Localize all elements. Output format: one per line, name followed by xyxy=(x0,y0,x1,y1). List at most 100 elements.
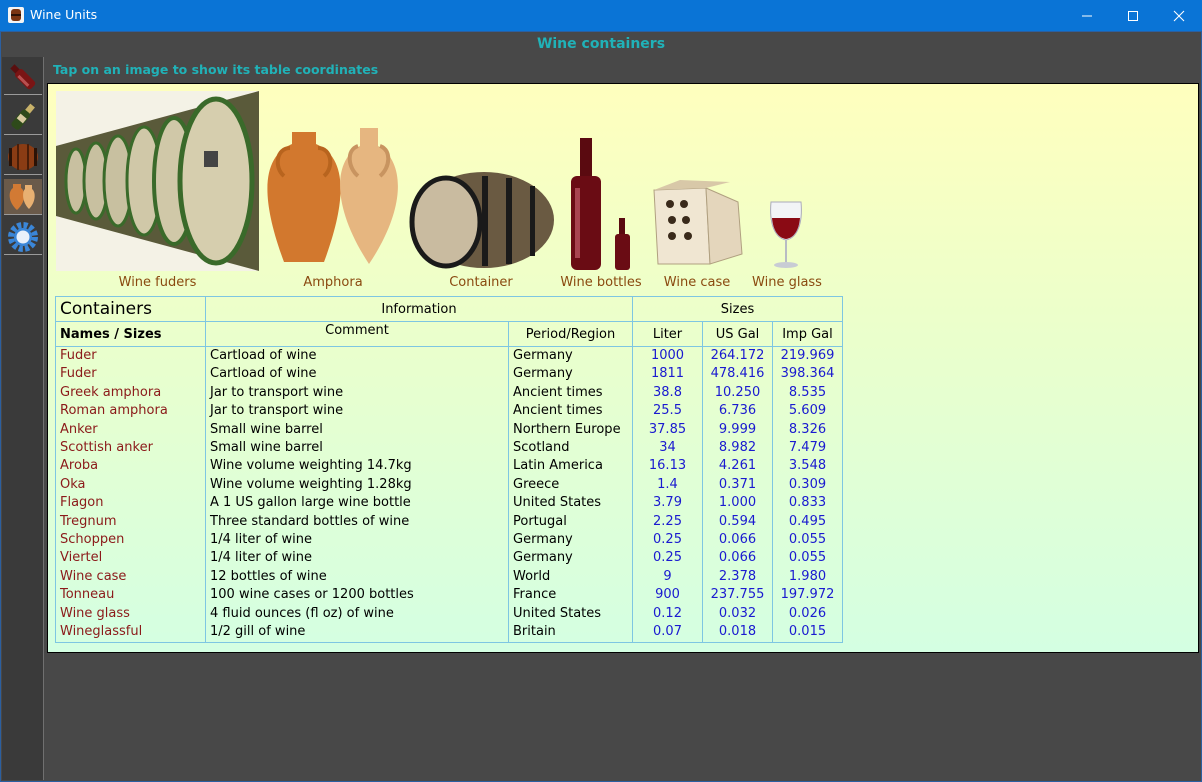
row-imp-gal: 8.326 xyxy=(772,420,843,440)
row-period: Ancient times xyxy=(508,402,633,421)
table-row[interactable]: Wine glass 4 fluid ounces (fl oz) of wine… xyxy=(55,604,843,624)
app-icon xyxy=(8,7,24,23)
row-imp-gal: 7.479 xyxy=(772,439,843,458)
row-imp-gal: 0.015 xyxy=(772,623,843,643)
row-period: Germany xyxy=(508,365,633,384)
sidebar-item-wine-bottle-green[interactable] xyxy=(4,99,42,135)
table-row[interactable]: Greek amphora Jar to transport wine Ancien… xyxy=(55,383,843,403)
sidebar xyxy=(2,57,44,780)
wine-bottle-green-icon xyxy=(11,103,35,130)
row-comment: Jar to transport wine xyxy=(205,402,509,421)
row-period: Northern Europe xyxy=(508,420,633,440)
row-comment: 1/4 liter of wine xyxy=(205,549,509,568)
table-row[interactable]: Schoppen 1/4 liter of wine Germany 0.25 0.06… xyxy=(55,531,843,550)
row-liter: 900 xyxy=(632,586,703,605)
row-liter: 1811 xyxy=(632,365,703,384)
row-name: Tonneau xyxy=(55,586,206,605)
caption-wine-glass: Wine glass xyxy=(752,275,822,290)
minimize-button[interactable] xyxy=(1064,0,1110,31)
header-names-sizes: Names / Sizes xyxy=(55,321,206,347)
table-row[interactable]: Scottish anker Small wine barrel Scotland 3… xyxy=(55,439,843,458)
row-comment: Cartload of wine xyxy=(205,346,509,366)
row-us-gal: 4.261 xyxy=(702,457,773,476)
row-name: Tregnum xyxy=(55,512,206,532)
row-comment: 4 fluid ounces (fl oz) of wine xyxy=(205,604,509,624)
sidebar-item-barrel[interactable] xyxy=(4,139,42,175)
page-title: Wine containers xyxy=(536,36,666,52)
table-row[interactable]: Viertel 1/4 liter of wine Germany 0.25 0.066… xyxy=(55,549,843,568)
table-row[interactable]: Flagon A 1 US gallon large wine bottle Uni… xyxy=(55,494,843,513)
amphora-image[interactable] xyxy=(262,126,407,268)
row-us-gal: 0.066 xyxy=(702,549,773,568)
row-liter: 3.79 xyxy=(632,494,703,513)
row-period: Germany xyxy=(508,531,633,550)
row-liter: 1.4 xyxy=(632,475,703,495)
row-imp-gal: 0.309 xyxy=(772,475,843,495)
wine-case-image[interactable] xyxy=(650,176,744,268)
caption-wine-bottles: Wine bottles xyxy=(560,275,642,290)
caption-wine-fuders: Wine fuders xyxy=(118,275,197,290)
header-containers: Containers xyxy=(55,296,206,322)
row-name: Fuder xyxy=(55,365,206,384)
row-liter: 0.12 xyxy=(632,604,703,624)
row-name: Wineglassful xyxy=(55,623,206,643)
row-imp-gal: 5.609 xyxy=(772,402,843,421)
row-us-gal: 10.250 xyxy=(702,383,773,403)
table-row[interactable]: Wineglassful 1/2 gill of wine Britain 0.07 0… xyxy=(55,623,843,643)
row-period: United States xyxy=(508,604,633,624)
table-row[interactable]: Fuder Cartload of wine Germany 1811 478.416 3… xyxy=(55,365,843,384)
sidebar-item-settings[interactable] xyxy=(4,219,42,255)
row-comment: 1/4 liter of wine xyxy=(205,531,509,550)
row-us-gal: 8.982 xyxy=(702,439,773,458)
row-imp-gal: 0.495 xyxy=(772,512,843,532)
maximize-button[interactable] xyxy=(1110,0,1156,31)
header-sizes: Sizes xyxy=(632,296,843,322)
table-row[interactable]: Anker Small wine barrel Northern Europe 37.… xyxy=(55,420,843,440)
row-imp-gal: 197.972 xyxy=(772,586,843,605)
row-comment: Cartload of wine xyxy=(205,365,509,384)
sidebar-item-amphora[interactable] xyxy=(4,179,42,215)
row-imp-gal: 398.364 xyxy=(772,365,843,384)
row-imp-gal: 219.969 xyxy=(772,346,843,366)
header-imp-gal: Imp Gal xyxy=(772,321,843,347)
row-us-gal: 2.378 xyxy=(702,567,773,587)
table-row[interactable]: Tregnum Three standard bottles of wine Por… xyxy=(55,512,843,532)
settings-gear-icon xyxy=(8,221,38,252)
close-button[interactable] xyxy=(1156,0,1202,31)
window-title: Wine Units xyxy=(30,7,98,22)
sidebar-item-wine-bottle-red[interactable] xyxy=(4,59,42,95)
minimize-icon xyxy=(1082,15,1092,16)
wine-bottle-red-icon xyxy=(10,63,36,89)
row-liter: 38.8 xyxy=(632,383,703,403)
row-name: Wine case xyxy=(55,567,206,587)
wine-fuders-image[interactable] xyxy=(56,91,259,271)
caption-amphora: Amphora xyxy=(303,275,363,290)
wine-glass-image[interactable] xyxy=(766,198,806,272)
row-comment: A 1 US gallon large wine bottle xyxy=(205,494,509,513)
header-comment: Comment xyxy=(205,321,509,347)
table-row[interactable]: Tonneau 100 wine cases or 1200 bottles Fra… xyxy=(55,586,843,605)
row-liter: 0.07 xyxy=(632,623,703,643)
row-period: United States xyxy=(508,494,633,513)
row-us-gal: 0.594 xyxy=(702,512,773,532)
row-liter: 34 xyxy=(632,439,703,458)
row-name: Viertel xyxy=(55,549,206,568)
wine-bottles-image[interactable] xyxy=(568,138,634,270)
table-row[interactable]: Aroba Wine volume weighting 14.7kg Latin A… xyxy=(55,457,843,476)
table-row[interactable]: Roman amphora Jar to transport wine Ancien… xyxy=(55,402,843,421)
row-us-gal: 1.000 xyxy=(702,494,773,513)
row-name: Anker xyxy=(55,420,206,440)
table-row[interactable]: Wine case 12 bottles of wine World 9 2.378 1.… xyxy=(55,567,843,587)
table-row[interactable]: Oka Wine volume weighting 1.28kg Greece 1.4… xyxy=(55,475,843,495)
row-liter: 9 xyxy=(632,567,703,587)
row-period: Ancient times xyxy=(508,383,633,403)
row-imp-gal: 0.026 xyxy=(772,604,843,624)
row-comment: 1/2 gill of wine xyxy=(205,623,509,643)
row-comment: Wine volume weighting 14.7kg xyxy=(205,457,509,476)
row-comment: 12 bottles of wine xyxy=(205,567,509,587)
row-imp-gal: 8.535 xyxy=(772,383,843,403)
row-us-gal: 478.416 xyxy=(702,365,773,384)
container-image[interactable] xyxy=(406,170,556,272)
table-row[interactable]: Fuder Cartload of wine Germany 1000 264.172 2… xyxy=(55,346,843,366)
row-us-gal: 0.066 xyxy=(702,531,773,550)
